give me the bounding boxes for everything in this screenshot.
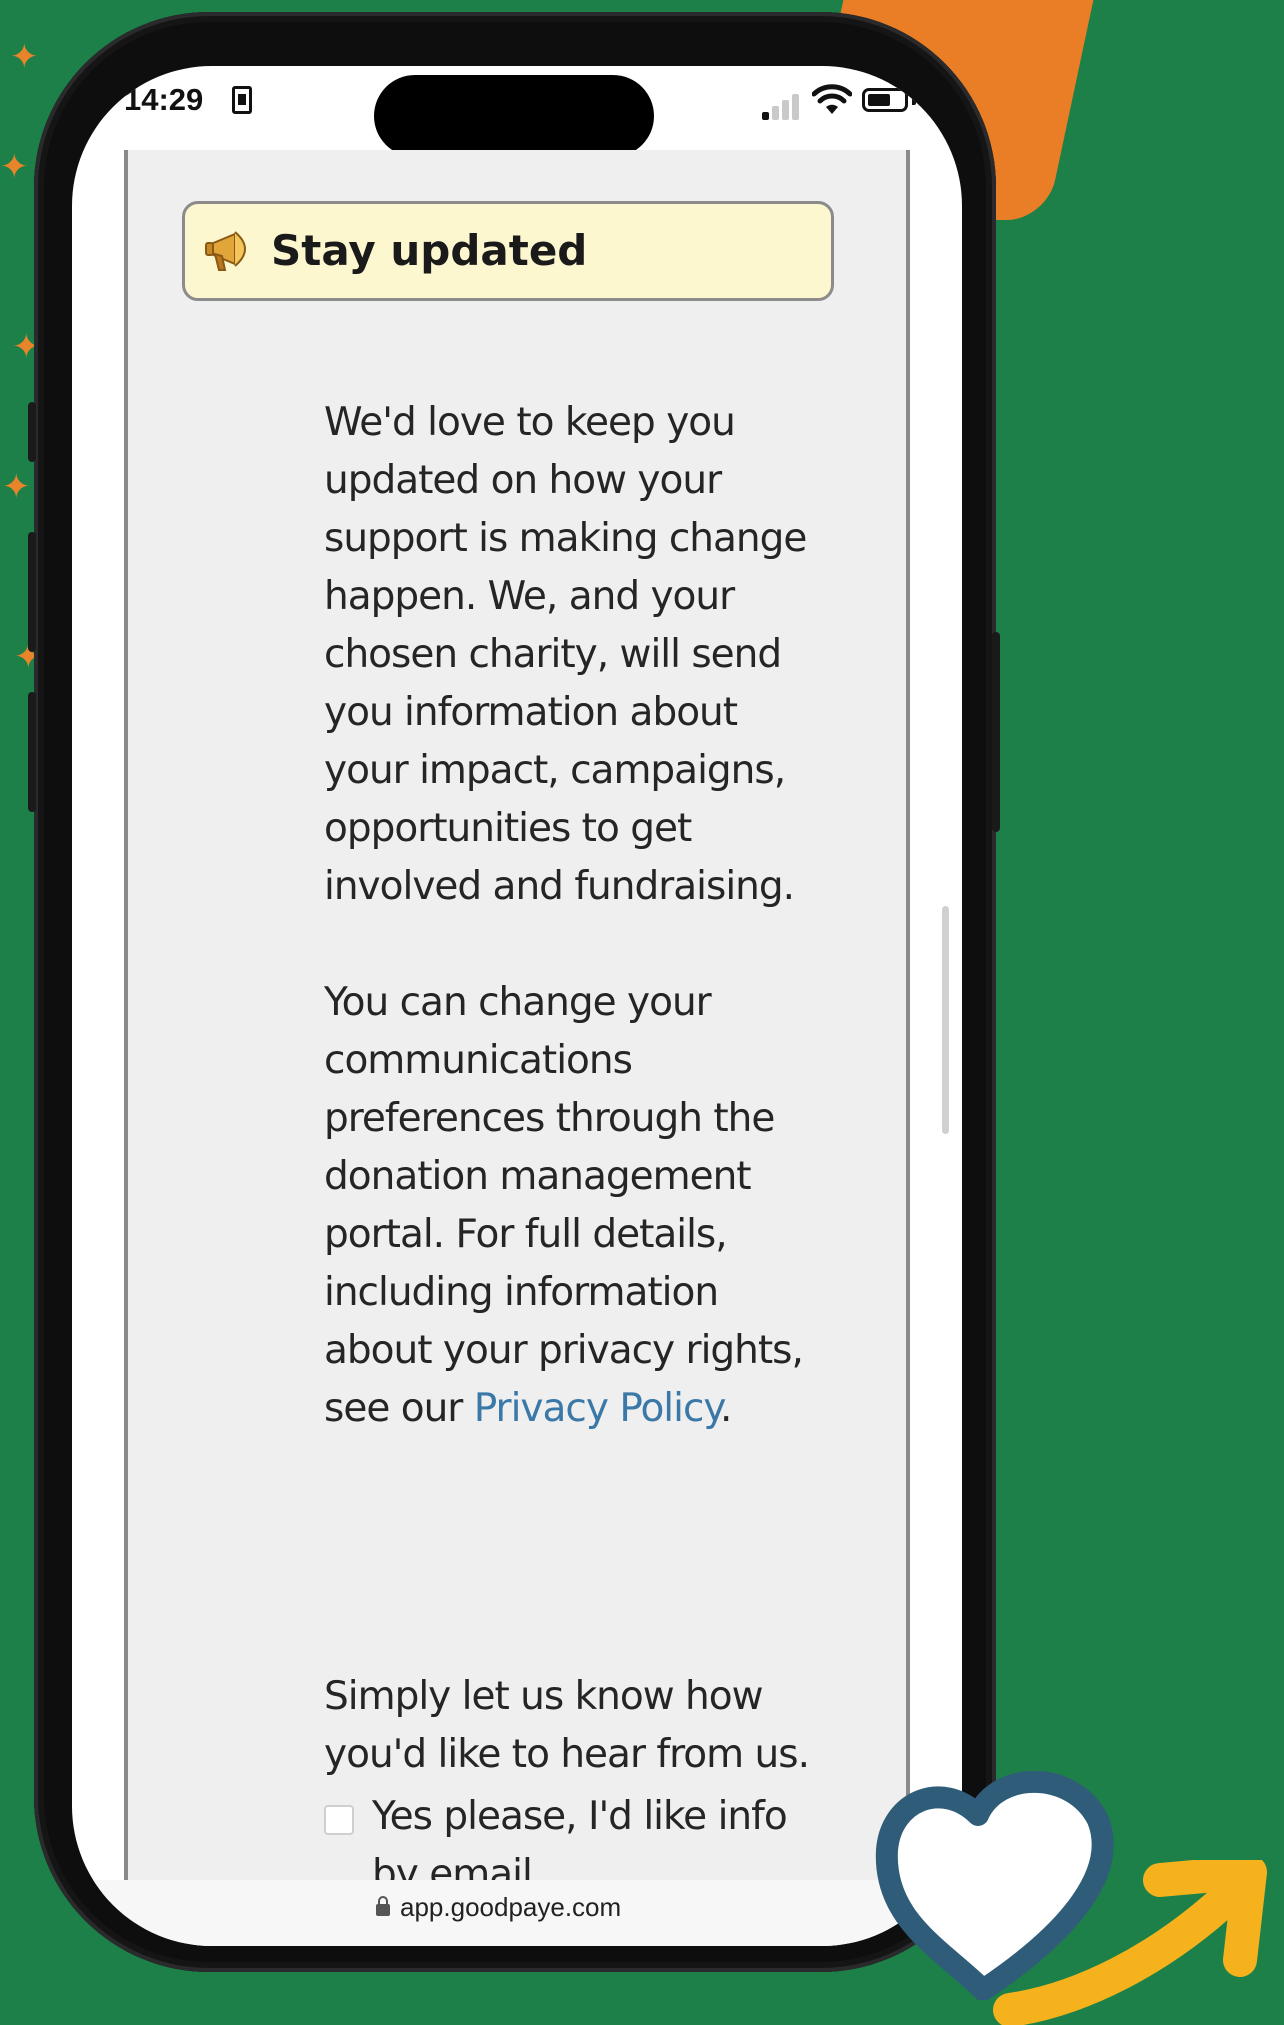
stay-updated-banner: Stay updated: [182, 201, 834, 301]
text-line: involved and fundraising.: [324, 864, 795, 909]
text-line: You can change your: [324, 980, 712, 1025]
closing-paragraph: Simply let us know how you'd like to hea…: [324, 1668, 844, 1784]
text-fragment: .: [719, 1386, 732, 1431]
text-line: support is making change: [324, 516, 807, 561]
email-opt-in-label[interactable]: Yes please, I'd like info by email: [372, 1788, 842, 1880]
text-line: updated on how your: [324, 458, 722, 503]
text-line: portal. For full details,: [324, 1212, 728, 1257]
text-line: you information about: [324, 690, 738, 735]
privacy-policy-link[interactable]: Privacy Policy: [474, 1386, 721, 1431]
url-text[interactable]: app.goodpaye.com: [400, 1892, 621, 1923]
text-fragment: see our: [324, 1386, 474, 1431]
phone-screen: 14:29 Stay updated We'd love to keep you…: [72, 66, 962, 1946]
cellular-signal-icon: [762, 92, 802, 120]
text-line: donation management: [324, 1154, 752, 1199]
battery-tip: [912, 96, 916, 105]
lock-icon: [376, 1896, 390, 1916]
text-line: including information: [324, 1270, 719, 1315]
sparkle-icon: ✦: [10, 37, 39, 77]
id-card-icon: [232, 86, 252, 114]
text-line: your impact, campaigns,: [324, 748, 786, 793]
text-line: you'd like to hear from us.: [324, 1732, 810, 1777]
text-line: see our Privacy Policy.: [324, 1380, 844, 1438]
phone-side-button: [992, 632, 1000, 832]
text-line: chosen charity, will send: [324, 632, 782, 677]
email-opt-in-checkbox[interactable]: [324, 1805, 354, 1835]
sparkle-icon: ✦: [2, 467, 31, 507]
banner-title: Stay updated: [271, 226, 588, 275]
text-line: We'd love to keep you: [324, 400, 736, 445]
text-line: opportunities to get: [324, 806, 692, 851]
preferences-paragraph: You can change your communications prefe…: [324, 974, 844, 1438]
battery-icon: [862, 88, 908, 112]
wifi-icon: [812, 84, 852, 114]
phone-side-button: [28, 402, 36, 462]
scrollbar[interactable]: [942, 906, 949, 1134]
status-time: 14:29: [124, 82, 204, 117]
intro-paragraph: We'd love to keep you updated on how you…: [324, 394, 844, 916]
text-line: preferences through the: [324, 1096, 775, 1141]
text-line: communications: [324, 1038, 633, 1083]
page-content: Stay updated We'd love to keep you updat…: [124, 150, 910, 1880]
text-line: Simply let us know how: [324, 1674, 764, 1719]
arrow-icon: [993, 1860, 1267, 2025]
dynamic-island: [374, 75, 654, 157]
text-line: about your privacy rights,: [324, 1328, 804, 1373]
phone-side-button: [28, 692, 36, 812]
megaphone-icon: [205, 231, 246, 271]
sparkle-icon: ✦: [0, 147, 29, 187]
phone-side-button: [28, 532, 36, 652]
text-line: happen. We, and your: [324, 574, 735, 619]
